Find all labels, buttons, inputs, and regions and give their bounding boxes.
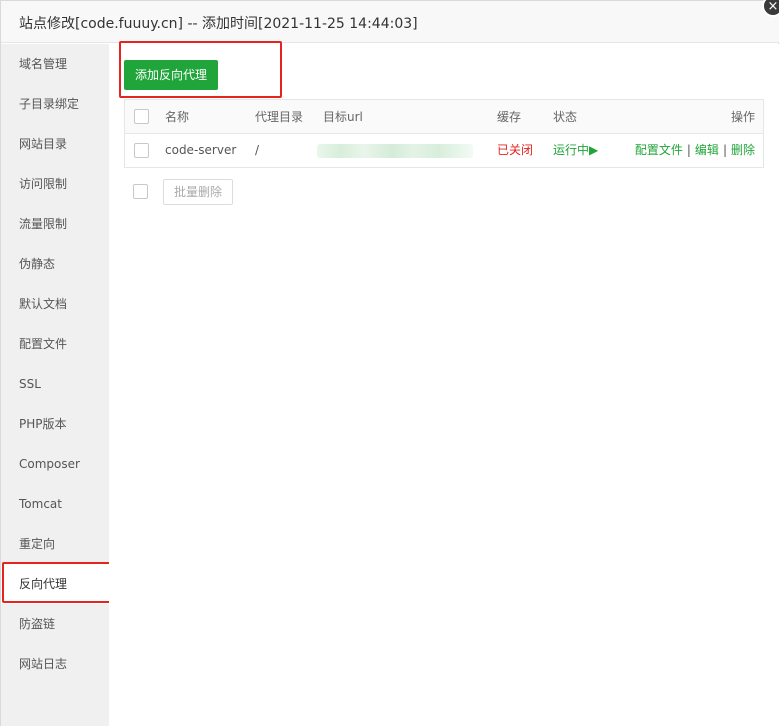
proxy-table: 名称 代理目录 目标url 缓存 状态 操作 code-server / 已关闭…: [124, 99, 764, 168]
sidebar-item-domain[interactable]: 域名管理: [1, 44, 109, 84]
dialog-title: 站点修改[code.fuuuy.cn] -- 添加时间[2021-11-25 1…: [19, 16, 418, 32]
table-row: code-server / 已关闭 运行中▶ 配置文件 | 编辑 | 删除: [125, 134, 763, 167]
header-cache: 缓存: [497, 110, 522, 124]
row-checkbox[interactable]: [134, 143, 149, 158]
sidebar-item-ssl[interactable]: SSL: [1, 364, 109, 404]
header-name: 名称: [165, 110, 190, 124]
dialog-titlebar: 站点修改[code.fuuuy.cn] -- 添加时间[2021-11-25 1…: [1, 1, 779, 43]
batch-select-checkbox[interactable]: [133, 184, 148, 199]
sidebar-item-access-limit[interactable]: 访问限制: [1, 164, 109, 204]
sidebar-item-reverse-proxy[interactable]: 反向代理: [1, 564, 109, 604]
sidebar: 域名管理 子目录绑定 网站目录 访问限制 流量限制 伪静态 默认文档 配置文件 …: [1, 44, 109, 726]
row-target-url-redacted: [317, 144, 473, 158]
action-separator: |: [722, 143, 727, 157]
sidebar-item-hotlink[interactable]: 防盗链: [1, 604, 109, 644]
header-actions: 操作: [730, 110, 755, 124]
action-separator: |: [686, 143, 691, 157]
sidebar-item-composer[interactable]: Composer: [1, 444, 109, 484]
sidebar-item-config[interactable]: 配置文件: [1, 324, 109, 364]
row-run-status-play-icon[interactable]: 运行中▶: [553, 134, 598, 167]
sidebar-item-subdir[interactable]: 子目录绑定: [1, 84, 109, 124]
row-name: code-server: [165, 143, 237, 157]
header-proxy-dir: 代理目录: [255, 110, 304, 124]
batch-delete-button[interactable]: 批量删除: [163, 179, 233, 205]
header-target-url: 目标url: [323, 110, 363, 124]
sidebar-item-redirect[interactable]: 重定向: [1, 524, 109, 564]
main-panel: 添加反向代理 名称 代理目录 目标url 缓存 状态 操作 code-serve…: [109, 44, 779, 726]
close-icon: ×: [767, 0, 779, 14]
sidebar-item-default-doc[interactable]: 默认文档: [1, 284, 109, 324]
config-file-link[interactable]: 配置文件: [635, 143, 683, 157]
sidebar-item-site-log[interactable]: 网站日志: [1, 644, 109, 684]
row-proxy-dir: /: [255, 143, 260, 157]
site-edit-dialog: 站点修改[code.fuuuy.cn] -- 添加时间[2021-11-25 1…: [0, 0, 779, 726]
row-actions: 配置文件 | 编辑 | 删除: [635, 134, 755, 167]
sidebar-item-php[interactable]: PHP版本: [1, 404, 109, 444]
delete-link[interactable]: 删除: [731, 143, 755, 157]
sidebar-item-site-dir[interactable]: 网站目录: [1, 124, 109, 164]
sidebar-item-tomcat[interactable]: Tomcat: [1, 484, 109, 524]
select-all-checkbox[interactable]: [134, 109, 149, 124]
table-header: 名称 代理目录 目标url 缓存 状态 操作: [125, 100, 763, 134]
sidebar-item-traffic-limit[interactable]: 流量限制: [1, 204, 109, 244]
sidebar-item-rewrite[interactable]: 伪静态: [1, 244, 109, 284]
add-reverse-proxy-button[interactable]: 添加反向代理: [124, 60, 219, 90]
row-cache-status: 已关闭: [497, 143, 534, 157]
header-status: 状态: [553, 110, 578, 124]
edit-link[interactable]: 编辑: [695, 143, 719, 157]
